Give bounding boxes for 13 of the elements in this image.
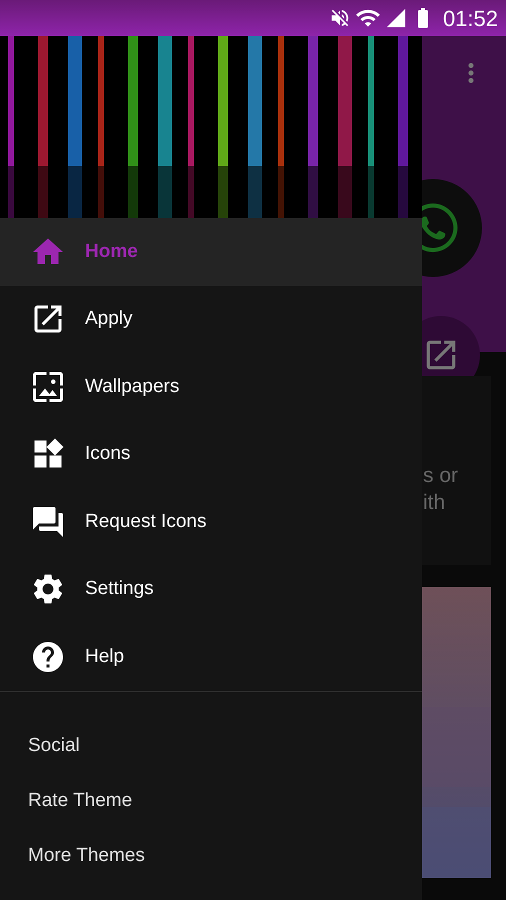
card-text: s or xyxy=(423,463,458,489)
clock: 01:52 xyxy=(442,4,498,32)
drawer-item[interactable]: Request Icons xyxy=(0,488,422,556)
drawer-item[interactable]: Settings xyxy=(0,556,422,623)
drawer-link[interactable]: More Themes xyxy=(0,828,422,884)
drawer-link[interactable]: Social xyxy=(0,718,422,774)
drawer-item[interactable]: Apply xyxy=(0,286,422,353)
drawer-item[interactable]: Help xyxy=(0,623,422,690)
card-text: ith xyxy=(423,490,446,516)
signal-icon xyxy=(384,7,407,29)
drawer-item[interactable]: Wallpapers xyxy=(0,353,422,420)
drawer-item[interactable]: Icons xyxy=(0,420,422,488)
drawer-link[interactable]: Rate Theme xyxy=(0,774,422,828)
